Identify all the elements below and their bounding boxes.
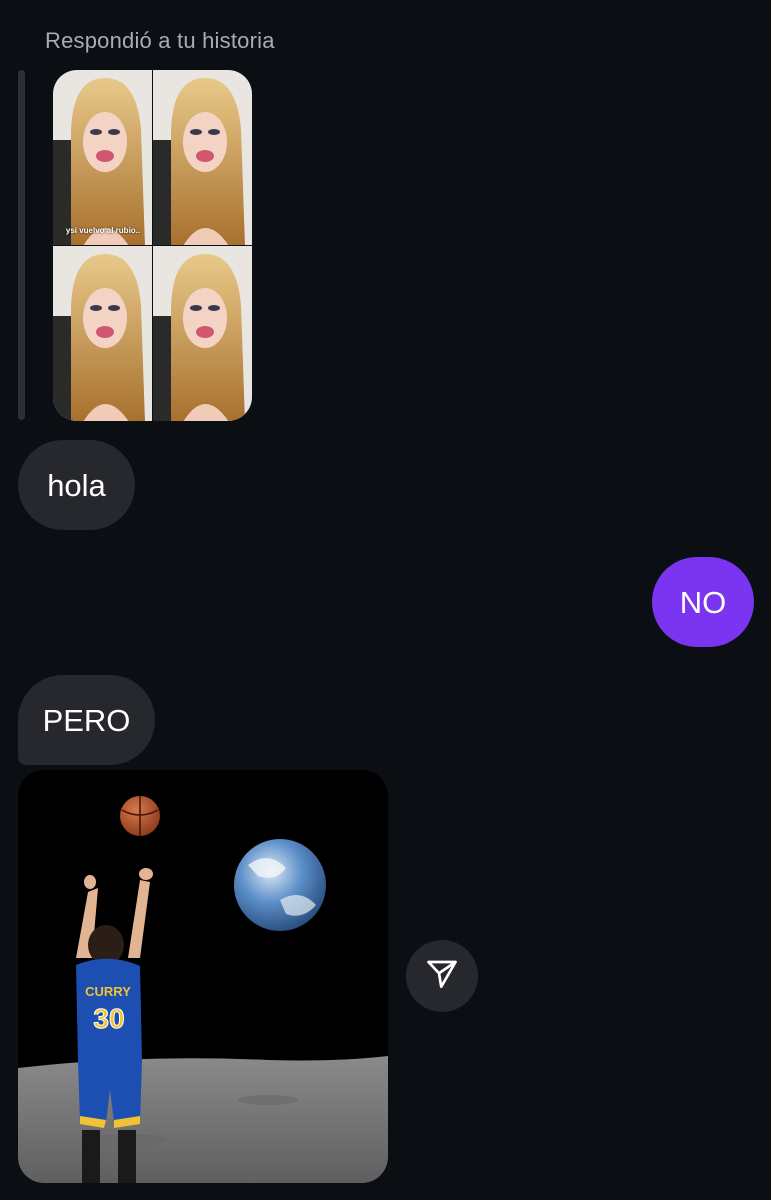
reply-quote-bar [18,70,25,420]
message-bubble-outgoing[interactable]: NO [652,557,754,647]
share-button[interactable] [406,940,478,1012]
message-text: NO [679,584,727,620]
message-text: PERO [42,702,131,738]
message-bubble-incoming[interactable]: PERO [18,675,155,765]
paper-plane-icon [424,956,460,997]
image-message[interactable]: CURRY 30 [18,770,388,1183]
jersey-number: 30 [93,1003,124,1034]
message-text: hola [47,467,106,503]
story-image [53,70,252,421]
moon-basketball-image: CURRY 30 [18,770,388,1183]
story-caption: ysi vuelvo al rubio.. [65,226,141,235]
message-bubble-incoming[interactable]: hola [18,440,135,530]
jersey-name: CURRY [85,984,131,999]
chat-thread: Respondió a tu historia ysi vuelvo al ru… [0,0,771,1200]
story-thumbnail[interactable]: ysi vuelvo al rubio.. [53,70,252,421]
story-reply-label: Respondió a tu historia [45,28,275,53]
